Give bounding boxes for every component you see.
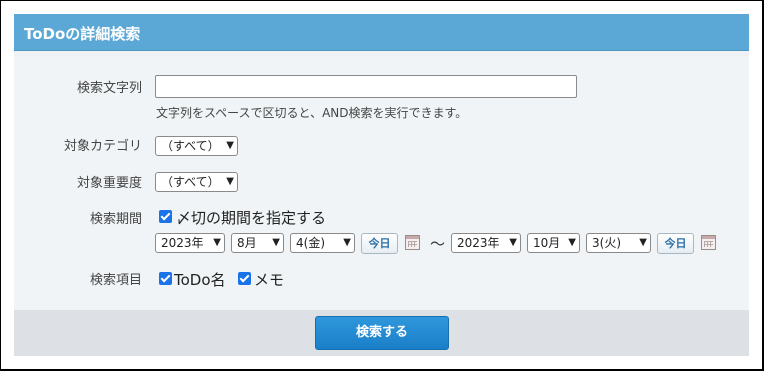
to-day-value: 3(火) <box>592 236 621 250</box>
to-year-select[interactable]: 2023年 ▼ <box>451 233 521 253</box>
to-month-value: 10月 <box>533 236 561 250</box>
from-month-select[interactable]: 8月 ▼ <box>231 233 284 253</box>
category-select-value: （すべて） <box>161 139 220 153</box>
keyword-label: 検索文字列 <box>76 81 142 96</box>
from-day-value: 4(金) <box>296 236 325 250</box>
chevron-down-icon: ▼ <box>343 237 351 248</box>
todo-name-checkbox[interactable] <box>159 272 172 285</box>
category-select[interactable]: （すべて） ▼ <box>155 136 238 156</box>
chevron-down-icon: ▼ <box>272 237 280 248</box>
from-month-value: 8月 <box>237 236 257 250</box>
memo-checkbox-label[interactable]: メモ <box>254 269 284 290</box>
priority-select-value: （すべて） <box>161 175 220 189</box>
category-label: 対象カテゴリ <box>63 139 142 154</box>
memo-checkbox[interactable] <box>238 272 251 285</box>
period-label: 検索期間 <box>89 212 142 227</box>
deadline-checkbox-label[interactable]: 〆切の期間を指定する <box>176 207 326 228</box>
todo-search-panel: ToDoの詳細検索 検索文字列 文字列をスペースで区切ると、AND検索を実行でき… <box>14 14 749 356</box>
range-separator: 〜 <box>430 235 446 253</box>
from-year-select[interactable]: 2023年 ▼ <box>155 233 225 253</box>
from-year-value: 2023年 <box>161 236 204 250</box>
keyword-input[interactable] <box>155 75 577 98</box>
to-today-button[interactable]: 今日 <box>657 233 694 254</box>
from-today-button[interactable]: 今日 <box>361 233 398 254</box>
priority-select[interactable]: （すべて） ▼ <box>155 172 238 192</box>
to-month-select[interactable]: 10月 ▼ <box>527 233 580 253</box>
chevron-down-icon: ▼ <box>509 237 517 248</box>
chevron-down-icon: ▼ <box>226 176 234 187</box>
keyword-hint: 文字列をスペースで区切ると、AND検索を実行できます。 <box>156 106 468 120</box>
calendar-icon[interactable] <box>701 235 716 250</box>
chevron-down-icon: ▼ <box>639 237 647 248</box>
panel-title: ToDoの詳細検索 <box>24 25 141 43</box>
chevron-down-icon: ▼ <box>226 140 234 151</box>
todo-name-checkbox-label[interactable]: ToDo名 <box>174 269 226 290</box>
calendar-icon[interactable] <box>405 235 420 250</box>
chevron-down-icon: ▼ <box>213 237 221 248</box>
deadline-checkbox[interactable] <box>159 210 172 223</box>
from-day-select[interactable]: 4(金) ▼ <box>290 233 355 253</box>
to-day-select[interactable]: 3(火) ▼ <box>586 233 651 253</box>
panel-header: ToDoの詳細検索 <box>14 14 749 51</box>
search-button[interactable]: 検索する <box>315 316 449 350</box>
fields-label: 検索項目 <box>89 273 142 288</box>
chevron-down-icon: ▼ <box>568 237 576 248</box>
priority-label: 対象重要度 <box>76 176 142 191</box>
to-year-value: 2023年 <box>457 236 500 250</box>
